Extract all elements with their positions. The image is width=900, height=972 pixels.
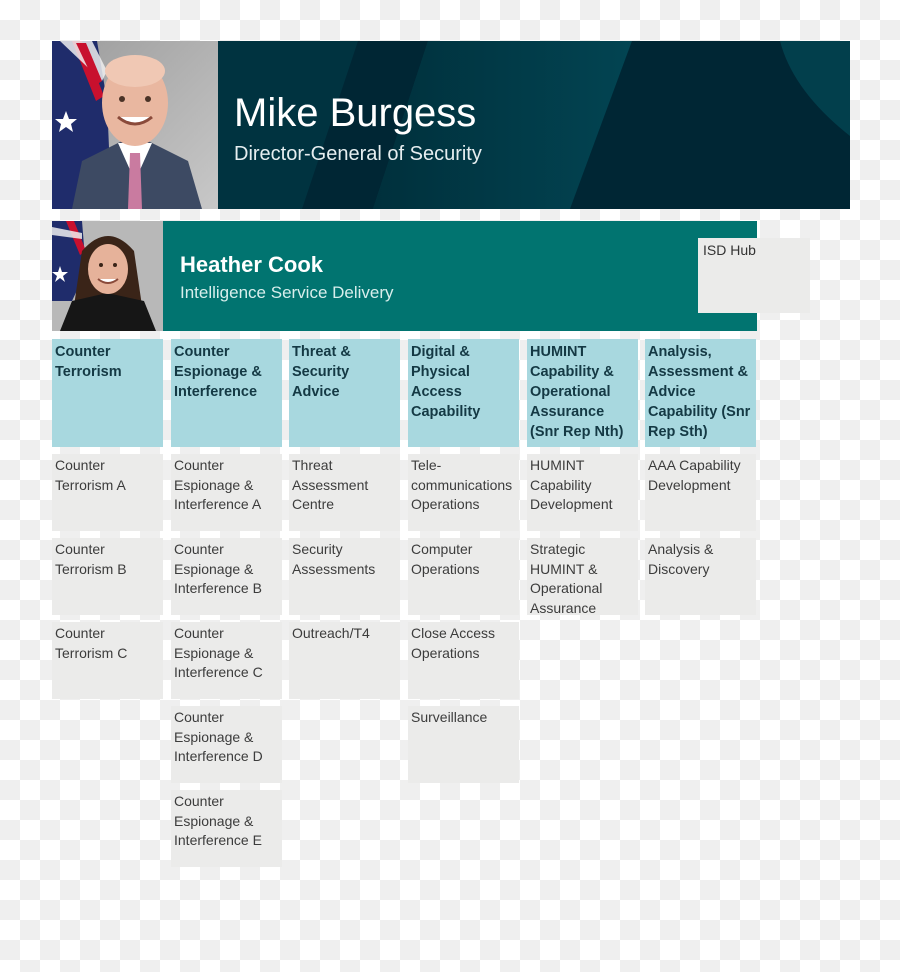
division-head-name: Heather Cook xyxy=(180,252,324,277)
branch-header: Counter Espionage & Interference xyxy=(171,339,282,447)
director-general-photo xyxy=(52,41,218,209)
unit-box: Counter Terrorism A xyxy=(52,454,163,531)
unit-box: Close Access Operations xyxy=(408,622,519,699)
portrait-image-icon xyxy=(52,41,218,209)
unit-box: Counter Espionage & Interference A xyxy=(171,454,282,531)
branch-header: Digital & Physical Access Capability xyxy=(408,339,519,447)
unit-box: Analysis & Discovery xyxy=(645,538,756,615)
unit-box: Strategic HUMINT & Operational Assurance xyxy=(527,538,638,616)
isd-hub-box: ISD Hub xyxy=(698,238,810,313)
branch-header: Analysis, Assessment & Advice Capability… xyxy=(645,339,756,447)
unit-box: HUMINT Capability Development xyxy=(527,454,638,531)
unit-box: Counter Espionage & Interference E xyxy=(171,790,282,867)
isd-hub-label: ISD Hub xyxy=(703,242,756,258)
unit-box: AAA Capability Development xyxy=(645,454,756,531)
director-general-name: Mike Burgess xyxy=(234,91,477,135)
unit-box: Tele-communications Operations xyxy=(408,454,519,531)
division-head-photo xyxy=(52,221,163,331)
unit-box: Computer Operations xyxy=(408,538,519,615)
unit-box: Threat Assessment Centre xyxy=(289,454,400,531)
branch-header: HUMINT Capability & Operational Assuranc… xyxy=(527,339,638,447)
division-title: Intelligence Service Delivery xyxy=(180,283,394,302)
unit-box: Counter Terrorism B xyxy=(52,538,163,615)
director-general-banner: Mike Burgess Director-General of Securit… xyxy=(52,41,850,209)
unit-box: Counter Terrorism C xyxy=(52,622,163,699)
unit-box: Counter Espionage & Interference D xyxy=(171,706,282,783)
unit-box: Counter Espionage & Interference C xyxy=(171,622,282,699)
branch-header: Counter Terrorism xyxy=(52,339,163,447)
portrait-image-icon xyxy=(52,221,163,331)
unit-box: Counter Espionage & Interference B xyxy=(171,538,282,615)
director-general-title: Director-General of Security xyxy=(234,143,482,165)
division-banner: Heather Cook Intelligence Service Delive… xyxy=(52,221,757,331)
branch-header: Threat & Security Advice xyxy=(289,339,400,447)
unit-box: Outreach/T4 xyxy=(289,622,400,699)
unit-box: Security Assessments xyxy=(289,538,400,615)
unit-box: Surveillance xyxy=(408,706,519,783)
